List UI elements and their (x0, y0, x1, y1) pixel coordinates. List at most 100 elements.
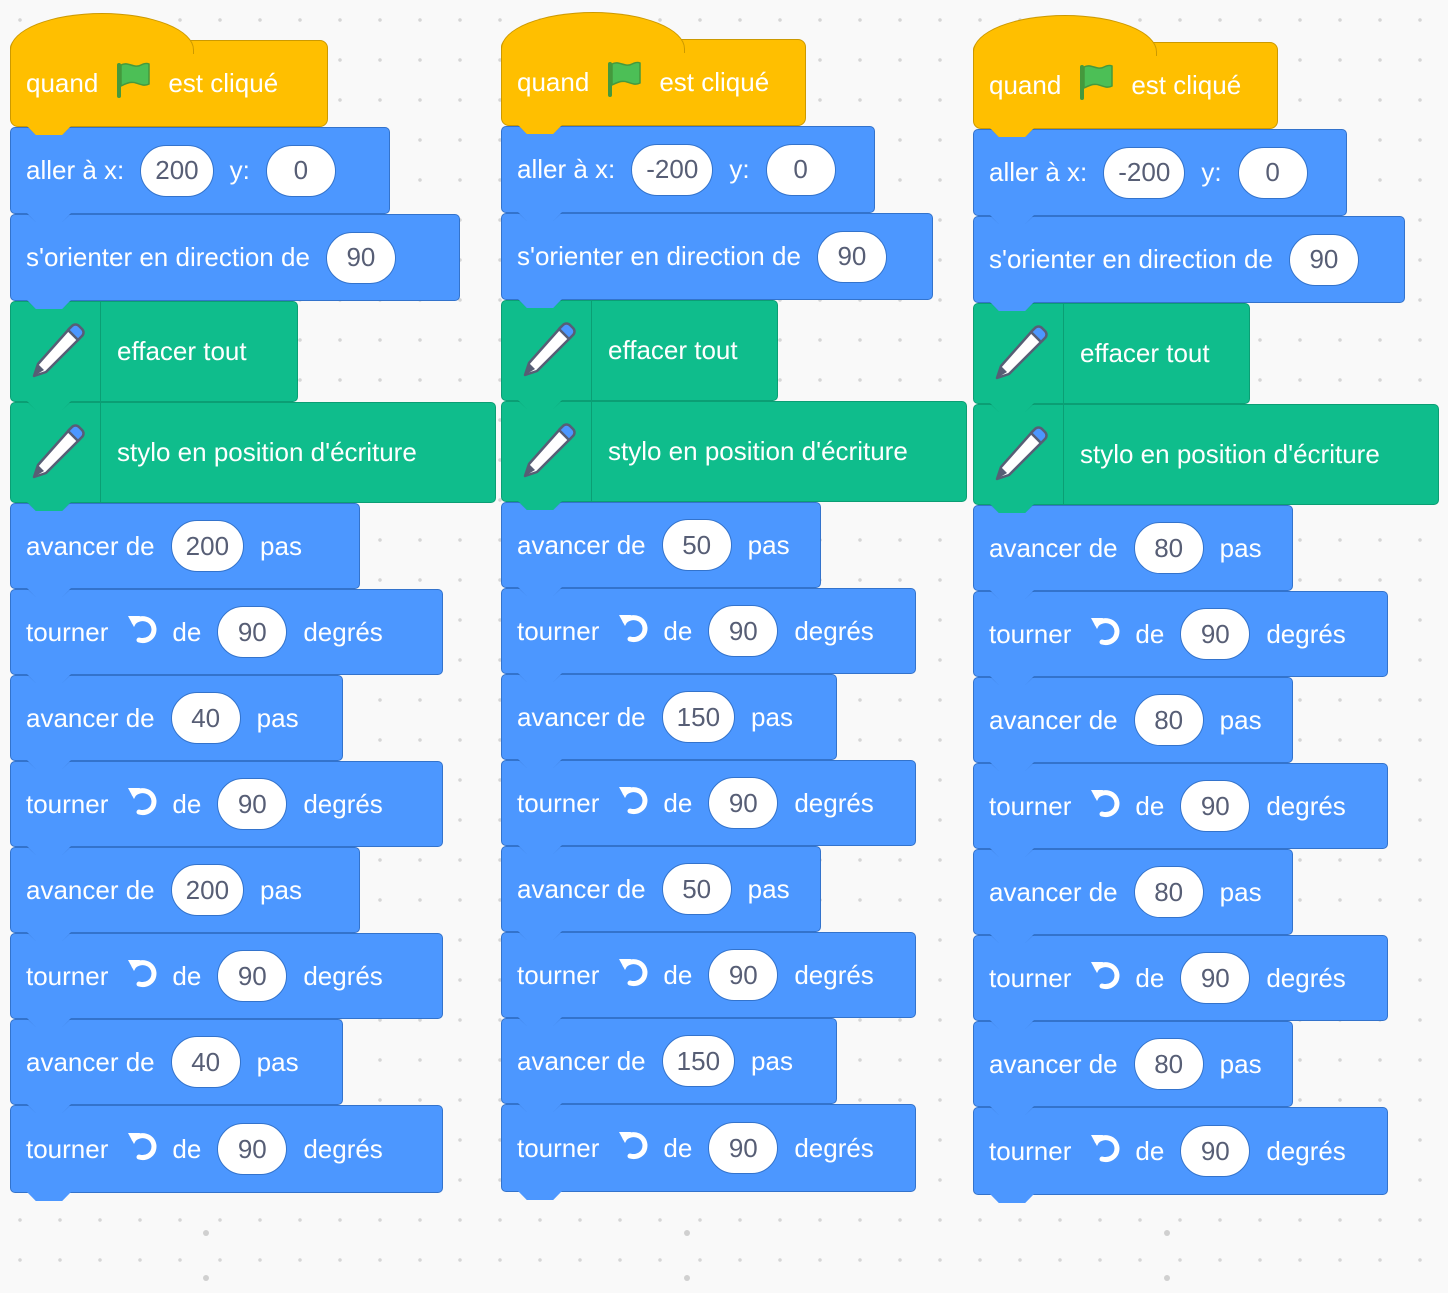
goto-xy-block[interactable]: aller à x: -200 y: 0 (501, 126, 875, 213)
degrees-input[interactable]: 90 (708, 605, 779, 657)
degrees-unit: degrés (303, 960, 383, 991)
degrees-input[interactable]: 90 (217, 950, 288, 1002)
point-direction-block[interactable]: s'orienter en direction de 90 (973, 216, 1405, 303)
steps-input[interactable]: 150 (661, 1035, 736, 1087)
degrees-input[interactable]: 90 (708, 777, 779, 829)
hat-label-prefix: quand (517, 67, 590, 97)
steps-input[interactable]: 200 (170, 520, 245, 572)
goto-xy-block[interactable]: aller à x: 200 y: 0 (10, 127, 390, 214)
move-steps-block[interactable]: avancer de 200 pas (10, 847, 360, 933)
move-steps-block[interactable]: avancer de 150 pas (501, 1018, 837, 1104)
direction-input[interactable]: 90 (816, 230, 887, 283)
steps-input[interactable]: 80 (1133, 522, 1204, 574)
x-input[interactable]: 200 (140, 144, 214, 197)
point-direction-block[interactable]: s'orienter en direction de 90 (10, 214, 460, 301)
goto-xy-block[interactable]: aller à x: -200 y: 0 (973, 129, 1347, 216)
code-workspace[interactable]: quand est cliqué aller à x: 200 y: 0 s'o… (0, 0, 1448, 1293)
turn-left-icon (1089, 958, 1123, 999)
turn-left-block[interactable]: tourner de 90 degrés (10, 933, 443, 1019)
turn-left-block[interactable]: tourner de 90 degrés (501, 932, 916, 1018)
steps-input[interactable]: 40 (170, 692, 241, 744)
turn-left-block[interactable]: tourner de 90 degrés (973, 591, 1388, 677)
y-input[interactable]: 0 (765, 143, 836, 196)
degrees-input[interactable]: 90 (1180, 952, 1251, 1004)
degrees-input[interactable]: 90 (217, 606, 288, 658)
move-steps-block[interactable]: avancer de 80 pas (973, 505, 1293, 591)
turn-left-block[interactable]: tourner de 90 degrés (501, 588, 916, 674)
steps-input[interactable]: 80 (1133, 694, 1204, 746)
turn-label: tourner (517, 615, 600, 646)
point-label: s'orienter en direction de (26, 242, 310, 272)
pen-clear-block[interactable]: effacer tout (10, 301, 298, 402)
turn-label: tourner (517, 787, 600, 818)
turn-left-block[interactable]: tourner de 90 degrés (973, 935, 1388, 1021)
direction-input[interactable]: 90 (325, 231, 396, 284)
y-input[interactable]: 0 (1237, 146, 1308, 199)
move-steps-block[interactable]: avancer de 80 pas (973, 849, 1293, 935)
turn-left-block[interactable]: tourner de 90 degrés (10, 589, 443, 675)
turn-left-block[interactable]: tourner de 90 degrés (10, 1105, 443, 1193)
steps-unit: pas (747, 529, 790, 560)
pen-down-block[interactable]: stylo en position d'écriture (501, 401, 967, 502)
turn-left-block[interactable]: tourner de 90 degrés (501, 1104, 916, 1192)
steps-input[interactable]: 80 (1133, 1038, 1204, 1090)
when-flag-clicked-block[interactable]: quand est cliqué (10, 13, 328, 127)
degrees-input[interactable]: 90 (708, 1122, 779, 1174)
pen-clear-block[interactable]: effacer tout (973, 303, 1250, 404)
move-steps-block[interactable]: avancer de 40 pas (10, 675, 343, 761)
steps-unit: pas (747, 873, 790, 904)
steps-input[interactable]: 50 (661, 863, 732, 915)
turn-label: tourner (26, 1133, 109, 1164)
move-steps-block[interactable]: avancer de 150 pas (501, 674, 837, 760)
move-steps-block[interactable]: avancer de 80 pas (973, 677, 1293, 763)
degrees-unit: degrés (794, 615, 874, 646)
degrees-unit: degrés (794, 787, 874, 818)
direction-input[interactable]: 90 (1288, 233, 1359, 286)
y-label: y: (229, 155, 250, 185)
degrees-input[interactable]: 90 (1180, 1125, 1251, 1177)
move-steps-block[interactable]: avancer de 40 pas (10, 1019, 343, 1105)
turn-left-block[interactable]: tourner de 90 degrés (501, 760, 916, 846)
turn-de-label: de (1135, 618, 1165, 649)
turn-left-block[interactable]: tourner de 90 degrés (973, 763, 1388, 849)
pen-clear-block[interactable]: effacer tout (501, 300, 778, 401)
pen-down-block[interactable]: stylo en position d'écriture (973, 404, 1439, 505)
steps-input[interactable]: 150 (661, 691, 736, 743)
degrees-input[interactable]: 90 (1180, 608, 1251, 660)
clear-label: effacer tout (117, 336, 247, 366)
turn-de-label: de (663, 787, 693, 818)
x-input[interactable]: -200 (1103, 146, 1186, 199)
steps-input[interactable]: 50 (661, 519, 732, 571)
turn-left-icon (617, 611, 651, 652)
pen-down-label: stylo en position d'écriture (608, 436, 908, 466)
point-direction-block[interactable]: s'orienter en direction de 90 (501, 213, 933, 300)
turn-label: tourner (26, 616, 109, 647)
pen-icon (11, 403, 101, 502)
degrees-input[interactable]: 90 (1180, 780, 1251, 832)
turn-left-icon (126, 1129, 160, 1170)
turn-left-block[interactable]: tourner de 90 degrés (973, 1107, 1388, 1195)
move-steps-block[interactable]: avancer de 50 pas (501, 846, 821, 932)
x-input[interactable]: -200 (631, 143, 714, 196)
turn-left-block[interactable]: tourner de 90 degrés (10, 761, 443, 847)
move-steps-block[interactable]: avancer de 200 pas (10, 503, 360, 589)
steps-input[interactable]: 40 (170, 1036, 241, 1088)
pen-down-block[interactable]: stylo en position d'écriture (10, 402, 496, 503)
steps-input[interactable]: 200 (170, 864, 245, 916)
hat-cap (10, 13, 194, 54)
hat-cap (973, 15, 1157, 56)
move-steps-block[interactable]: avancer de 50 pas (501, 502, 821, 588)
pen-icon (502, 301, 592, 400)
when-flag-clicked-block[interactable]: quand est cliqué (973, 15, 1278, 129)
move-label: avancer de (517, 1045, 646, 1076)
steps-input[interactable]: 80 (1133, 866, 1204, 918)
y-input[interactable]: 0 (265, 144, 336, 197)
hat-label-prefix: quand (989, 70, 1062, 100)
when-flag-clicked-block[interactable]: quand est cliqué (501, 12, 806, 126)
steps-unit: pas (1219, 1048, 1262, 1079)
degrees-input[interactable]: 90 (708, 949, 779, 1001)
move-steps-block[interactable]: avancer de 80 pas (973, 1021, 1293, 1107)
degrees-input[interactable]: 90 (217, 778, 288, 830)
degrees-input[interactable]: 90 (217, 1123, 288, 1175)
hat-label-suffix: est cliqué (1131, 70, 1242, 100)
